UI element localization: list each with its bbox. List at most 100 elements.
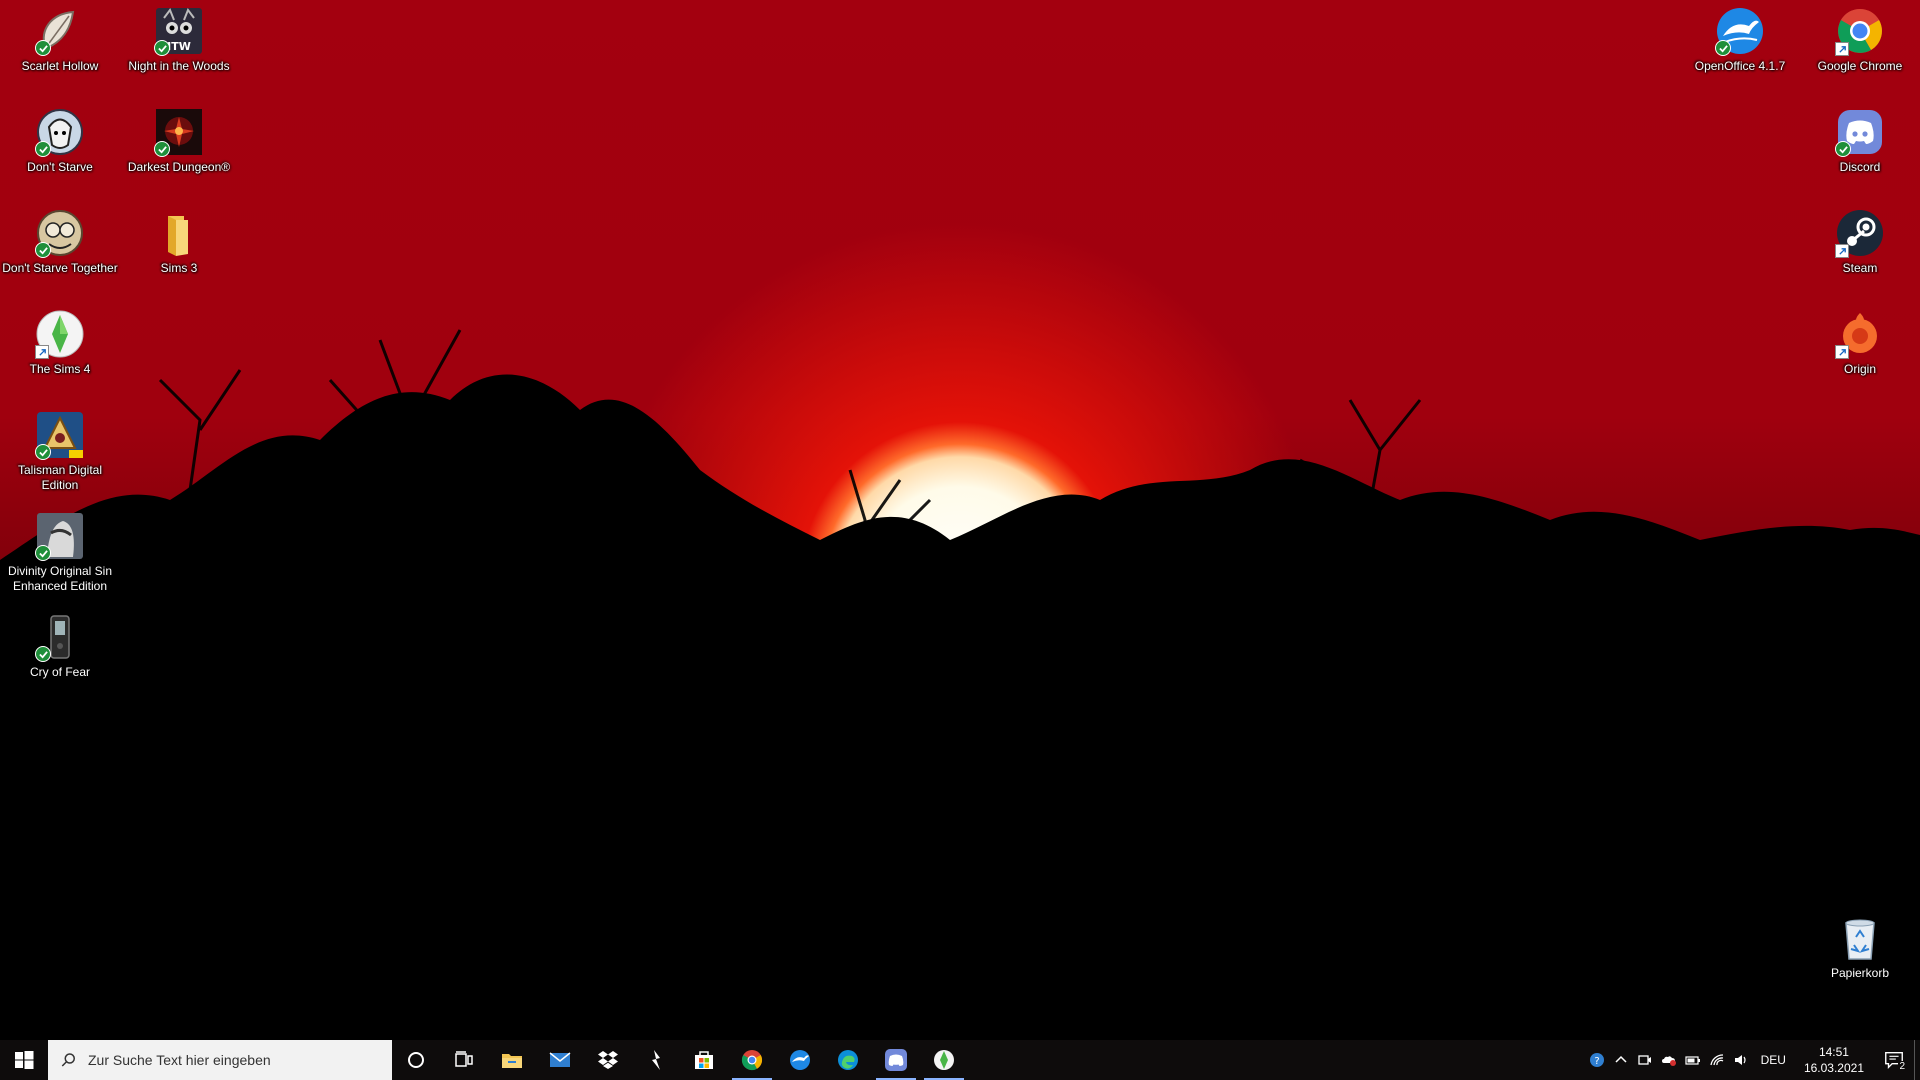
desktop-icon-origin[interactable]: Origin xyxy=(1800,309,1920,377)
desktop-icon-label: Discord xyxy=(1839,160,1881,174)
edge-icon xyxy=(838,1050,858,1070)
tray-onedrive-icon[interactable] xyxy=(1657,1040,1681,1080)
action-center-button[interactable]: 2 xyxy=(1874,1040,1914,1080)
sync-check-icon xyxy=(35,646,51,662)
sync-check-icon xyxy=(35,40,51,56)
origin-icon xyxy=(1835,309,1885,359)
svg-text:?: ? xyxy=(1594,1056,1599,1067)
desktop-icon-divinity[interactable]: Divinity Original Sin Enhanced Edition xyxy=(0,511,120,594)
recycle-bin-icon xyxy=(1835,913,1885,963)
tray-help-icon[interactable]: ? xyxy=(1585,1040,1609,1080)
search-icon xyxy=(61,1053,75,1067)
openoffice-icon xyxy=(1715,6,1765,56)
steam-icon xyxy=(1835,208,1885,258)
tray-battery-icon[interactable] xyxy=(1681,1040,1705,1080)
shortcut-arrow-icon xyxy=(1835,42,1849,56)
start-button[interactable] xyxy=(0,1040,48,1080)
desktop-icon-night-in-the-woods[interactable]: ITW Night in the Woods xyxy=(119,6,239,74)
sync-check-icon xyxy=(35,242,51,258)
dont-starve-icon xyxy=(35,107,85,157)
desktop-icon-label: Don't Starve Together xyxy=(2,261,118,275)
taskbar-chrome[interactable] xyxy=(728,1040,776,1080)
night-in-the-woods-icon: ITW xyxy=(154,6,204,56)
windows-logo-icon xyxy=(15,1051,34,1069)
discord-icon xyxy=(1835,107,1885,157)
taskbar-file-explorer[interactable] xyxy=(488,1040,536,1080)
sync-check-icon xyxy=(35,141,51,157)
taskbar-store[interactable] xyxy=(680,1040,728,1080)
clock-date: 16.03.2021 xyxy=(1803,1061,1864,1075)
desktop[interactable]: Scarlet Hollow Don't Starve Don't Starve… xyxy=(0,0,1920,1040)
desktop-icon-recycle-bin[interactable]: Papierkorb xyxy=(1800,913,1920,981)
tray-volume-icon[interactable] xyxy=(1729,1040,1753,1080)
mail-icon xyxy=(549,1052,571,1067)
tray-wifi-icon[interactable] xyxy=(1705,1040,1729,1080)
cortana-circle-icon xyxy=(408,1052,424,1068)
desktop-icon-talisman[interactable]: Talisman Digital Edition xyxy=(0,410,120,493)
desktop-icon-label: Talisman Digital Edition xyxy=(17,463,103,492)
openoffice-icon xyxy=(790,1050,810,1070)
file-explorer-icon xyxy=(502,1054,522,1068)
tray-camera-icon[interactable] xyxy=(1633,1040,1657,1080)
shortcut-arrow-icon xyxy=(1835,244,1849,258)
show-desktop-button[interactable] xyxy=(1914,1040,1920,1080)
taskbar-search-box[interactable] xyxy=(48,1040,392,1080)
clock-time: 14:51 xyxy=(1818,1045,1849,1059)
sims4-icon xyxy=(934,1050,954,1070)
scarlet-hollow-icon xyxy=(35,6,85,56)
cortana-button[interactable] xyxy=(392,1040,440,1080)
desktop-icon-scarlet-hollow[interactable]: Scarlet Hollow xyxy=(0,6,120,74)
darkest-dungeon-icon xyxy=(154,107,204,157)
notification-count-badge: 2 xyxy=(1898,1061,1906,1072)
taskbar-clock[interactable]: 14:51 16.03.2021 xyxy=(1794,1044,1874,1076)
dropbox-icon xyxy=(598,1051,618,1069)
desktop-icon-label: Scarlet Hollow xyxy=(21,59,99,73)
taskbar-openoffice[interactable] xyxy=(776,1040,824,1080)
desktop-icon-darkest-dungeon[interactable]: Darkest Dungeon® xyxy=(119,107,239,175)
cry-of-fear-icon xyxy=(35,612,85,662)
desktop-icon-discord[interactable]: Discord xyxy=(1800,107,1920,175)
folder-icon xyxy=(154,208,204,258)
desktop-icon-label: OpenOffice 4.1.7 xyxy=(1694,59,1786,73)
desktop-icon-cry-of-fear[interactable]: Cry of Fear xyxy=(0,612,120,680)
desktop-icon-label: Don't Starve xyxy=(27,160,93,174)
lightning-icon xyxy=(652,1050,660,1070)
shortcut-arrow-icon xyxy=(35,345,49,359)
desktop-icon-label: Google Chrome xyxy=(1817,59,1903,73)
divinity-icon xyxy=(35,511,85,561)
taskbar-sims4[interactable] xyxy=(920,1040,968,1080)
desktop-icon-dont-starve[interactable]: Don't Starve xyxy=(0,107,120,175)
desktop-icon-google-chrome[interactable]: Google Chrome xyxy=(1800,6,1920,74)
taskbar-app-bolt[interactable] xyxy=(632,1040,680,1080)
taskbar-mail[interactable] xyxy=(536,1040,584,1080)
talisman-icon xyxy=(35,410,85,460)
task-view-icon xyxy=(455,1051,473,1067)
search-input[interactable] xyxy=(86,1051,380,1069)
shortcut-arrow-icon xyxy=(1835,345,1849,359)
desktop-icon-dont-starve-together[interactable]: Don't Starve Together xyxy=(0,208,120,276)
desktop-icon-label: Sims 3 xyxy=(160,261,198,275)
sync-check-icon xyxy=(35,444,51,460)
language-indicator[interactable]: DEU xyxy=(1753,1053,1794,1067)
sync-check-icon xyxy=(154,40,170,56)
sync-check-icon xyxy=(35,545,51,561)
system-tray: ? DEU 14:51 16.03.2021 2 xyxy=(1585,1040,1920,1080)
desktop-icon-the-sims-4[interactable]: The Sims 4 xyxy=(0,309,120,377)
sync-check-icon xyxy=(1835,141,1851,157)
task-view-button[interactable] xyxy=(440,1040,488,1080)
taskbar-edge[interactable] xyxy=(824,1040,872,1080)
desktop-icon-openoffice[interactable]: OpenOffice 4.1.7 xyxy=(1680,6,1800,74)
desktop-icon-label: Origin xyxy=(1843,362,1876,376)
taskbar-discord[interactable] xyxy=(872,1040,920,1080)
tray-chevron-up-icon[interactable] xyxy=(1609,1040,1633,1080)
svg-text:ITW: ITW xyxy=(167,40,191,53)
desktop-icon-label: Steam xyxy=(1842,261,1878,275)
desktop-icon-label: Darkest Dungeon® xyxy=(127,160,231,174)
dont-starve-together-icon xyxy=(35,208,85,258)
desktop-icon-steam[interactable]: Steam xyxy=(1800,208,1920,276)
desktop-icon-label: Cry of Fear xyxy=(29,665,90,679)
sims4-icon xyxy=(35,309,85,359)
desktop-icon-sims-3-folder[interactable]: Sims 3 xyxy=(119,208,239,276)
desktop-icon-label: Divinity Original Sin Enhanced Edition xyxy=(7,564,113,593)
taskbar-dropbox[interactable] xyxy=(584,1040,632,1080)
